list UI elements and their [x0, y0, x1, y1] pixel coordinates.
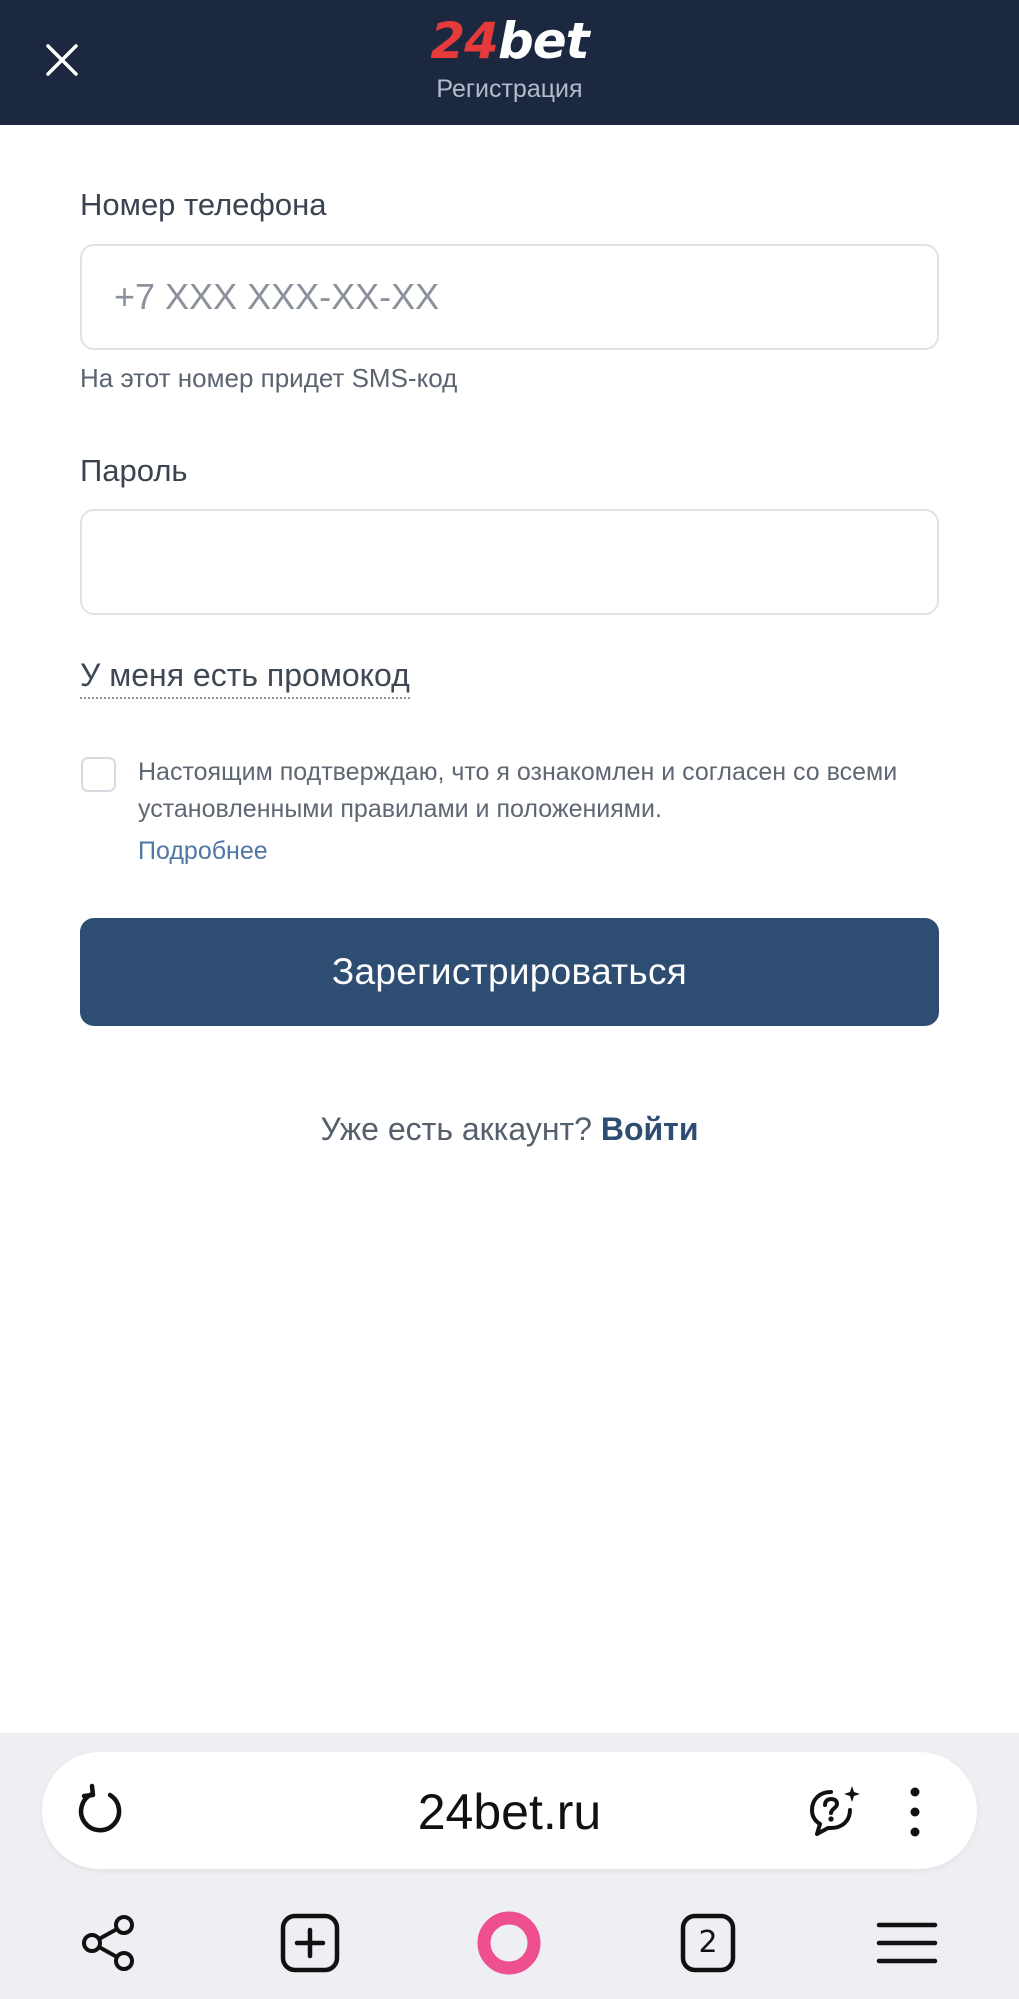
- url-text[interactable]: 24bet.ru: [0, 1782, 1019, 1842]
- ai-assistant-icon: [810, 1786, 860, 1836]
- more-details-link[interactable]: Подробнее: [138, 834, 268, 868]
- page-title: Регистрация: [436, 75, 583, 103]
- alice-button[interactable]: [473, 1910, 541, 1976]
- terms-text: Настоящим подтверждаю, что я ознакомлен …: [138, 758, 898, 823]
- alice-icon: [477, 1911, 541, 1975]
- tabs-count: 2: [698, 1925, 718, 1960]
- kebab-menu-icon: [910, 1787, 920, 1837]
- new-tab-icon: [280, 1913, 340, 1973]
- ai-assistant-button[interactable]: [806, 1784, 864, 1840]
- tabs-button[interactable]: 2: [675, 1910, 741, 1976]
- app-header: 24bet Регистрация: [0, 0, 1019, 125]
- new-tab-button[interactable]: [277, 1910, 343, 1976]
- phone-input[interactable]: [80, 244, 939, 350]
- hamburger-menu-icon: [876, 1922, 938, 1964]
- promo-code-link[interactable]: У меня есть промокод: [80, 655, 410, 699]
- register-button[interactable]: Зарегистрироваться: [80, 918, 939, 1026]
- share-button[interactable]: [76, 1910, 142, 1976]
- hamburger-menu-button[interactable]: [874, 1910, 940, 1976]
- phone-label: Номер телефона: [80, 187, 327, 222]
- browser-menu-button[interactable]: [900, 1784, 930, 1840]
- terms-checkbox[interactable]: [81, 757, 116, 792]
- login-question: Уже есть аккаунт?: [320, 1111, 592, 1147]
- logo-number: 24: [430, 12, 499, 70]
- password-label: Пароль: [80, 453, 188, 488]
- phone-hint: На этот номер придет SMS-код: [80, 363, 458, 393]
- login-prompt: Уже есть аккаунт? Войти: [0, 1109, 1019, 1149]
- brand-logo: 24bet: [0, 10, 1019, 72]
- password-input[interactable]: [80, 509, 939, 615]
- login-link[interactable]: Войти: [601, 1111, 699, 1147]
- logo-word: bet: [497, 12, 590, 70]
- share-icon: [82, 1915, 134, 1971]
